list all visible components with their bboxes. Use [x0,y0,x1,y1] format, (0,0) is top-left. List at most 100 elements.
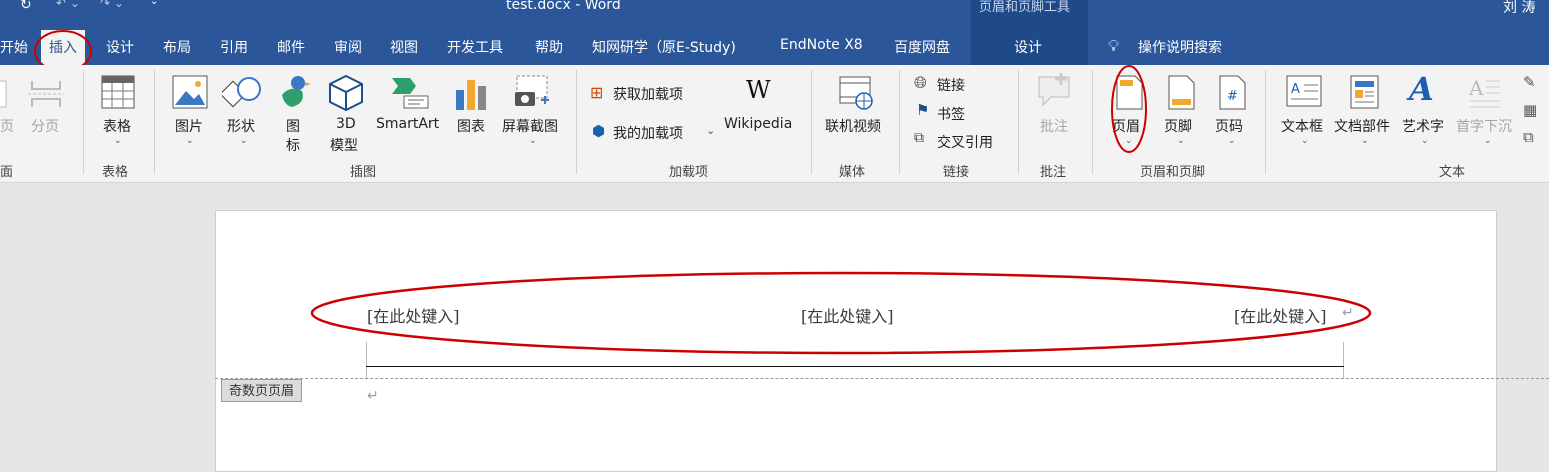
tab-baidu[interactable]: 百度网盘 [894,37,950,57]
user-name[interactable]: 刘 涛 [1503,0,1535,15]
context-tools-label: 页眉和页脚工具 [979,0,1071,15]
date-time-icon[interactable]: ▦ [1523,101,1537,119]
tab-review[interactable]: 审阅 [334,37,362,57]
group-pages-label: 面 [0,165,14,180]
chevron-down-icon: ⌄ [1421,136,1429,146]
cross-reference-button[interactable]: 交叉引用 [937,132,993,152]
wordart-icon: A [1409,70,1434,108]
smartart-button[interactable]: SmartArt [376,116,439,132]
chart-button[interactable]: 图表 [457,116,485,136]
chevron-down-icon: ⌄ [114,136,122,146]
group-separator [1018,70,1019,174]
signature-line-icon[interactable]: ✎ [1523,73,1536,91]
group-media-label: 媒体 [839,165,866,180]
tab-layout[interactable]: 布局 [163,37,191,57]
redo-icon[interactable]: ↷ ⌄ [100,0,124,10]
undo-icon[interactable]: ↶ ⌄ [56,0,80,10]
group-addins-label: 加载项 [669,165,709,180]
chevron-down-icon: ⌄ [706,124,716,137]
bookmark-icon: ⚑ [916,101,930,119]
tab-view[interactable]: 视图 [390,37,418,57]
page-break-button[interactable]: 分页 [31,116,59,136]
footer-icon [1168,75,1195,110]
group-illustrations-label: 插图 [350,165,377,180]
window-title: test.docx - Word [506,0,621,13]
online-video-icon [839,76,873,110]
icons-button-line2[interactable]: 标 [286,135,300,155]
picture-button[interactable]: 图片 [175,116,203,136]
title-bar: ↻ ↶ ⌄ ↷ ⌄ ⌄ test.docx - Word 刘 涛 [0,0,1549,15]
icons-button-line1[interactable]: 图 [286,116,300,136]
drop-cap-button[interactable]: 首字下沉 [1456,116,1512,136]
object-icon[interactable]: ⧉ [1523,128,1534,146]
odd-page-header-tag: 奇数页页眉 [221,379,303,402]
chevron-down-icon: ⌄ [240,136,248,146]
tab-endnote[interactable]: EndNote X8 [780,37,863,53]
3d-model-icon [329,74,363,112]
group-separator [576,70,577,174]
svg-text:A: A [1468,76,1484,100]
group-tables-label: 表格 [102,165,129,180]
tab-references[interactable]: 引用 [220,37,248,57]
chevron-down-icon: ⌄ [1361,136,1369,146]
icons-bird-icon [282,76,311,107]
tab-design[interactable]: 设计 [106,37,134,57]
quick-parts-icon [1350,75,1379,109]
tab-developer[interactable]: 开发工具 [447,37,503,57]
page-number-button[interactable]: 页码 [1215,116,1243,136]
group-separator [811,70,812,174]
quick-access-more-icon[interactable]: ⌄ [150,0,158,7]
odd-page-header-label: 奇数页页眉 [229,384,295,399]
3d-model-button-line2[interactable]: 模型 [330,135,358,155]
table-icon [101,75,135,109]
svg-text:A: A [1291,82,1300,97]
blank-page-button[interactable]: 页 [0,116,14,136]
cross-reference-icon: ⧉ [914,130,924,146]
get-addins-button[interactable]: 获取加载项 [613,84,683,104]
autosave-icon[interactable]: ↻ [20,0,32,13]
group-header-footer-label: 页眉和页脚 [1140,165,1206,180]
screenshot-button[interactable]: 屏幕截图 [502,116,558,136]
3d-model-button-line1[interactable]: 3D [336,116,356,132]
chevron-down-icon: ⌄ [1301,136,1309,146]
comment-button[interactable]: 批注 [1040,116,1068,136]
group-links-label: 链接 [943,165,970,180]
group-separator [83,70,84,174]
textbox-button[interactable]: 文本框 [1281,116,1323,136]
wordart-button[interactable]: 艺术字 [1402,116,1444,136]
tab-home[interactable]: 开始 [0,37,28,57]
textbox-icon: A [1286,75,1322,107]
chevron-down-icon: ⌄ [1228,136,1236,146]
my-addins-button[interactable]: 我的加载项 [613,123,683,143]
tell-me-search[interactable]: 操作说明搜索 [1138,37,1222,57]
quick-parts-button[interactable]: 文档部件 [1334,116,1390,136]
screenshot-icon [515,75,549,106]
link-button[interactable]: 链接 [937,75,965,95]
tab-header-footer-design[interactable]: 设计 [1014,37,1042,57]
header-rule [366,366,1344,367]
bookmark-button[interactable]: 书签 [937,104,965,124]
chevron-down-icon: ⌄ [529,136,537,146]
tab-help[interactable]: 帮助 [535,37,563,57]
group-separator [899,70,900,174]
footer-button[interactable]: 页脚 [1164,116,1192,136]
tab-mailings[interactable]: 邮件 [277,37,305,57]
shapes-icon [222,77,261,108]
group-separator [1092,70,1093,174]
chart-icon [456,80,486,110]
paragraph-mark: ↵ [367,388,379,404]
table-button[interactable]: 表格 [103,116,131,136]
group-separator [1265,70,1266,174]
wikipedia-button[interactable]: Wikipedia [724,116,792,132]
header-boundary-line [215,378,1549,379]
group-text-label: 文本 [1439,165,1466,180]
annotation-circle-header-button [1111,65,1147,153]
shapes-button[interactable]: 形状 [227,116,255,136]
tab-cnki[interactable]: 知网研学（原E-Study) [592,37,736,57]
smartart-icon [392,78,429,109]
online-video-button[interactable]: 联机视频 [825,116,881,136]
page-number-icon: # [1219,75,1246,110]
drop-cap-icon: A [1468,76,1500,108]
annotation-ellipse-header-row [310,271,1372,355]
lightbulb-icon: 💡︎ [1108,36,1120,55]
